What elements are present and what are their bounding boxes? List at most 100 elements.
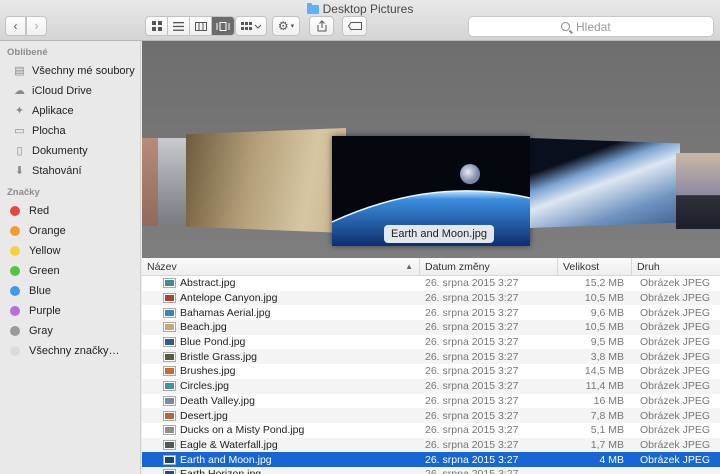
- cover-image-mountains[interactable]: [676, 153, 720, 229]
- sidebar-tag-item[interactable]: Purple: [0, 301, 140, 321]
- sidebar: Oblíbené ▤ Všechny mé soubory ☁ iCloud Driv…: [0, 41, 141, 474]
- file-name-cell: Ducks on a Misty Pond.jpg: [142, 423, 420, 438]
- sidebar-tag-item[interactable]: Yellow: [0, 241, 140, 261]
- back-button[interactable]: ‹: [5, 16, 26, 36]
- file-kind-cell: Obrázek JPEG: [640, 277, 711, 290]
- file-size-cell: 5,1 MB: [590, 424, 624, 437]
- list-view-button[interactable]: [168, 17, 190, 35]
- tag-color-dot-icon: [10, 206, 20, 216]
- file-name: Abstract.jpg: [180, 277, 236, 290]
- cover-flow-area[interactable]: Earth and Moon.jpg: [142, 41, 720, 258]
- file-row[interactable]: Bahamas Aerial.jpg 26. srpna 2015 3:27 9,6…: [142, 305, 720, 320]
- file-date-cell: 26. srpna 2015 3:27: [425, 365, 519, 378]
- file-row[interactable]: Antelope Canyon.jpg 26. srpna 2015 3:27 10…: [142, 290, 720, 306]
- file-size-cell: 11,4 MB: [585, 380, 624, 393]
- sidebar-item-label: Všechny mé soubory: [32, 65, 135, 77]
- search-field[interactable]: Hledat: [468, 16, 714, 37]
- file-row[interactable]: Desert.jpg 26. srpna 2015 3:27 7,8 MB Obráz…: [142, 408, 720, 423]
- share-button[interactable]: [309, 16, 334, 36]
- file-date-cell: 26. srpna 2015 3:27: [425, 380, 519, 393]
- file-kind-cell: Obrázek JPEG: [640, 409, 711, 422]
- image-thumbnail-icon: [163, 366, 176, 377]
- sidebar-tag-item[interactable]: Všechny značky…: [0, 341, 140, 361]
- image-thumbnail-icon: [163, 293, 176, 304]
- file-row[interactable]: Abstract.jpg 26. srpna 2015 3:27 15,2 MB Ob…: [142, 276, 720, 291]
- sidebar-tag-item[interactable]: Orange: [0, 221, 140, 241]
- file-row[interactable]: Bristle Grass.jpg 26. srpna 2015 3:27 3,8 …: [142, 349, 720, 365]
- sidebar-tag-item[interactable]: Gray: [0, 321, 140, 341]
- favorites-heading: Oblíbené: [7, 46, 48, 58]
- cover-flow-button[interactable]: [212, 17, 234, 35]
- file-row[interactable]: Blue Pond.jpg 26. srpna 2015 3:27 9,5 MB Ob…: [142, 335, 720, 350]
- column-header-date[interactable]: Datum změny: [420, 258, 558, 275]
- sidebar-item-label: Dokumenty: [32, 145, 88, 157]
- file-size-cell: 14,5 MB: [584, 365, 624, 378]
- sidebar-item-all-files[interactable]: ▤ Všechny mé soubory: [0, 61, 140, 81]
- sidebar-item-label: iCloud Drive: [32, 85, 92, 97]
- image-thumbnail-icon: [163, 439, 176, 450]
- cover-image-eagle[interactable]: [186, 128, 346, 233]
- tag-color-dot-icon: [10, 286, 20, 296]
- file-name-cell: Death Valley.jpg: [142, 394, 420, 409]
- file-name: Ducks on a Misty Pond.jpg: [180, 424, 305, 437]
- column-header-kind[interactable]: Druh: [632, 258, 720, 275]
- column-header-name[interactable]: Název ▲: [142, 258, 420, 275]
- sidebar-tag-item[interactable]: Green: [0, 261, 140, 281]
- file-name: Earth Horizon.jpg: [180, 468, 261, 474]
- file-size-cell: 1,7 MB: [590, 438, 624, 451]
- column-header-size[interactable]: Velikost: [558, 258, 632, 275]
- sidebar-item-downloads[interactable]: ⬇ Stahování: [0, 161, 140, 181]
- applications-icon: ✦: [14, 104, 25, 117]
- image-thumbnail-icon: [163, 381, 176, 392]
- tag-color-dot-icon: [10, 346, 20, 356]
- search-icon: [561, 22, 570, 31]
- file-name: Bristle Grass.jpg: [180, 350, 258, 363]
- file-name-cell: Circles.jpg: [142, 379, 420, 394]
- file-row[interactable]: Earth and Moon.jpg 26. srpna 2015 3:27 4 M…: [142, 452, 720, 467]
- sidebar-item-cloud[interactable]: ☁ iCloud Drive: [0, 81, 140, 101]
- all-files-icon: ▤: [14, 64, 25, 77]
- icon-view-button[interactable]: [146, 17, 168, 35]
- downloads-icon: ⬇: [14, 164, 25, 177]
- tag-button[interactable]: [342, 16, 367, 36]
- sidebar-tag-item[interactable]: Blue: [0, 281, 140, 301]
- file-date-cell: 26. srpna 2015 3:27: [425, 321, 519, 334]
- list-header: Název ▲ Datum změny Velikost Druh: [142, 258, 720, 276]
- file-size-cell: [558, 467, 632, 474]
- file-size-cell: 10,5 MB: [584, 292, 624, 305]
- action-button[interactable]: ⚙ ▾: [272, 16, 300, 36]
- file-date-cell: 26. srpna 2015 3:27: [420, 467, 558, 474]
- file-row[interactable]: Death Valley.jpg 26. srpna 2015 3:27 16 MB…: [142, 394, 720, 409]
- share-icon: [317, 20, 326, 32]
- forward-button[interactable]: ›: [26, 16, 47, 36]
- tag-color-dot-icon: [10, 246, 20, 256]
- sidebar-tag-item[interactable]: Red: [0, 201, 140, 221]
- file-row[interactable]: Beach.jpg 26. srpna 2015 3:27 10,5 MB Obráz…: [142, 320, 720, 335]
- cover-image-antelope[interactable]: [142, 138, 158, 226]
- sidebar-tag-label: Blue: [29, 285, 52, 297]
- file-name: Desert.jpg: [180, 409, 228, 422]
- file-name-cell: Desert.jpg: [142, 408, 420, 423]
- file-row[interactable]: Eagle & Waterfall.jpg 26. srpna 2015 3:27…: [142, 437, 720, 453]
- file-row[interactable]: Brushes.jpg 26. srpna 2015 3:27 14,5 MB Obr…: [142, 364, 720, 379]
- cover-image-earth-horizon[interactable]: [530, 138, 680, 228]
- sidebar-tag-label: Purple: [29, 305, 61, 317]
- file-row[interactable]: Ducks on a Misty Pond.jpg 26. srpna 2015 …: [142, 423, 720, 438]
- file-date-cell: 26. srpna 2015 3:27: [425, 409, 519, 422]
- cover-image-ducks[interactable]: [158, 138, 186, 226]
- arrange-button[interactable]: [235, 16, 267, 36]
- file-row[interactable]: Circles.jpg 26. srpna 2015 3:27 11,4 MB Obr…: [142, 378, 720, 394]
- sidebar-item-documents[interactable]: ▯ Dokumenty: [0, 141, 140, 161]
- sidebar-item-desktop[interactable]: ▭ Plocha: [0, 121, 140, 141]
- file-kind-cell: Obrázek JPEG: [640, 424, 711, 437]
- sidebar-item-applications[interactable]: ✦ Aplikace: [0, 101, 140, 121]
- file-row[interactable]: Earth Horizon.jpg 26. srpna 2015 3:27: [142, 466, 720, 474]
- column-view-button[interactable]: [190, 17, 212, 35]
- file-name: Antelope Canyon.jpg: [180, 292, 278, 305]
- file-date-cell: 26. srpna 2015 3:27: [425, 277, 519, 290]
- file-kind-cell: Obrázek JPEG: [640, 336, 711, 349]
- desktop-icon: ▭: [14, 124, 25, 137]
- cover-flow-caption: Earth and Moon.jpg: [384, 225, 495, 243]
- file-name: Circles.jpg: [180, 380, 230, 393]
- file-kind-cell: Obrázek JPEG: [640, 306, 711, 319]
